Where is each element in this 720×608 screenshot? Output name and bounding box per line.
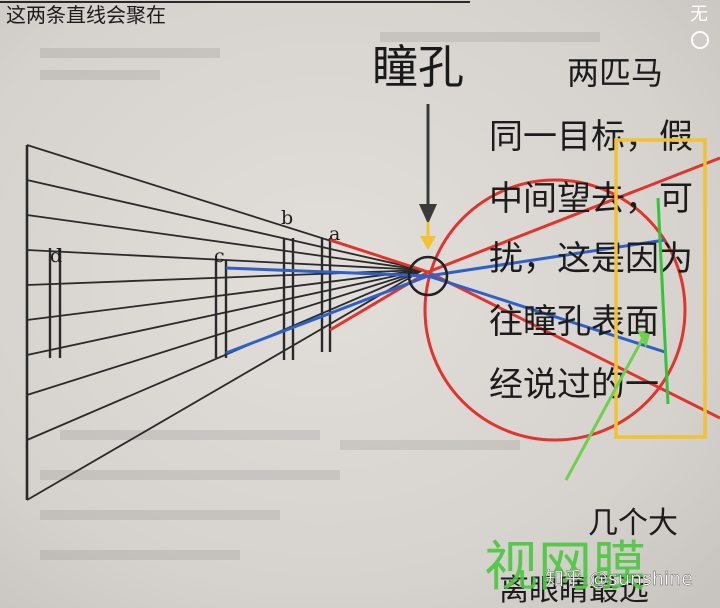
top-text-line: 这两条直线会聚在	[6, 3, 166, 27]
watermark-text: 知乎 @sunshine	[545, 568, 693, 590]
label-b: b	[281, 207, 293, 229]
side-watermark-text: 无	[690, 4, 708, 25]
text-line-1: 两匹马	[567, 54, 663, 92]
label-d: d	[50, 245, 62, 267]
label-c: c	[214, 245, 225, 267]
textbook-photo: 这两条直线会聚在 d c b a 瞳孔 两匹马 同一目标，假 中间望去，可 扰，…	[0, 0, 720, 608]
pupil-label: 瞳孔	[372, 40, 464, 94]
text-line-2: 同一目标，假	[489, 117, 693, 157]
text-line-5: 往瞳孔表面	[489, 302, 659, 342]
text-line-6: 经说过的一	[489, 365, 659, 405]
text-line-3: 中间望去，可	[489, 179, 693, 219]
